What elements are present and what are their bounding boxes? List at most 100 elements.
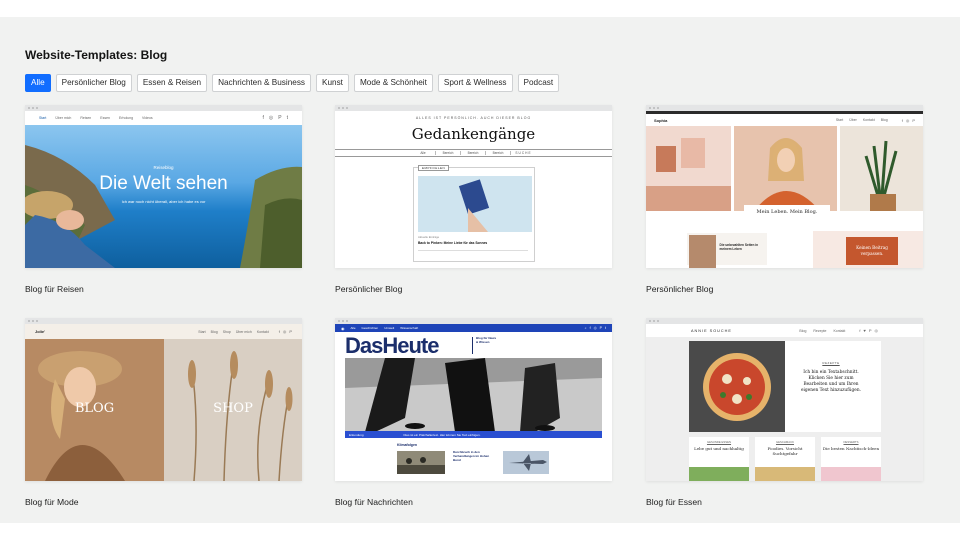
nav-item: Shop (222, 329, 231, 334)
pinterest-icon: P (289, 329, 292, 334)
facebook-icon: f (901, 117, 903, 123)
photo-right (840, 126, 923, 211)
travel-site-preview: Start Über mich Reisen Essen Erholung Vi… (25, 111, 302, 268)
sea-photo (25, 125, 302, 268)
nav-item: Kontakt (862, 118, 875, 122)
post-title: Back to Pinken: Meine Liebe für das Sonn… (418, 241, 488, 245)
shop-label: SHOP (213, 401, 253, 416)
nav-item: Blog (880, 118, 888, 122)
masthead-title: DasHeute (345, 333, 439, 358)
instagram-icon: ◎ (905, 117, 910, 123)
template-thumbnail[interactable]: ALLES IST PERSÖNLICH. AUCH DIESER BLOG G… (335, 105, 612, 268)
facebook-icon: f (278, 329, 280, 334)
template-thumbnail[interactable]: Start Über mich Reisen Essen Erholung Vi… (25, 105, 302, 268)
template-card-news[interactable]: ◉ Alle Geschichten Umwelt Wissenschaft ⌕… (335, 318, 612, 507)
nav-item: Start (39, 116, 47, 120)
nav-item: Wissenschaft (400, 326, 419, 330)
photo-center (734, 126, 837, 211)
template-caption[interactable]: Blog für Mode (25, 497, 302, 507)
pinterest-icon: P (599, 326, 603, 330)
pinterest-icon: P (912, 117, 915, 123)
masthead-side-text: Blog für News & Wissen (476, 336, 497, 344)
sophia-site-preview: Sophia Start Über Kontakt Blog f ◎ P Mei… (646, 111, 923, 268)
facebook-icon: f (589, 326, 591, 330)
template-caption[interactable]: Blog für Reisen (25, 284, 302, 294)
brand-logo: Sophia (654, 117, 668, 123)
topic-label: Erkundung (349, 432, 364, 437)
photo-left (646, 126, 731, 211)
instagram-icon: ◎ (593, 326, 597, 330)
hero-photo (345, 358, 602, 432)
card-tag: DESSERTS (843, 440, 859, 444)
hero-title: Die Welt sehen (99, 173, 228, 194)
menu-item: Alle (411, 151, 436, 155)
pinterest-icon: P (868, 328, 872, 333)
recipe-card: GESUNDE ESSEN Lebe gut und nachhaltig (689, 437, 749, 481)
card-title: Foodies. Vorsicht Suchtgefahr (767, 446, 803, 457)
template-card-personal-1[interactable]: ALLES IST PERSÖNLICH. AUCH DIESER BLOG G… (335, 105, 612, 294)
news-site-preview: ◉ Alle Geschichten Umwelt Wissenschaft ⌕… (335, 324, 612, 481)
fashion-site-preview: Jolie' Start Blog Shop Über mich Kontakt… (25, 324, 302, 481)
blog-label: BLOG (74, 401, 115, 416)
filter-fashion-beauty[interactable]: Mode & Schönheit (353, 74, 433, 92)
nav-item: Start (835, 118, 844, 122)
nav-item: Über mich (235, 329, 252, 334)
template-card-food[interactable]: ANNIE SOUCHE Blog Rezepte Kontakt f ♥ P … (646, 318, 923, 507)
filter-sport-wellness[interactable]: Sport & Wellness (437, 74, 513, 92)
template-caption[interactable]: Blog für Nachrichten (335, 497, 612, 507)
kicker-text: ALLES IST PERSÖNLICH. AUCH DIESER BLOG (415, 116, 532, 120)
post-meta: Aktuelle Einträge (418, 235, 440, 239)
facebook-icon: f (859, 328, 861, 333)
brand-logo: ANNIE SOUCHE (691, 328, 732, 333)
template-thumbnail[interactable]: Sophia Start Über Kontakt Blog f ◎ P Mei… (646, 105, 923, 268)
template-card-travel[interactable]: Start Über mich Reisen Essen Erholung Vi… (25, 105, 302, 294)
food-site-preview: ANNIE SOUCHE Blog Rezepte Kontakt f ♥ P … (646, 324, 923, 481)
nav-item: Alle (350, 326, 356, 330)
template-caption[interactable]: Persönlicher Blog (335, 284, 612, 294)
nav-item: Über mich (55, 116, 72, 120)
recipe-card: GESCHMACK Foodies. Vorsicht Suchtgefahr (755, 437, 815, 481)
instagram-icon: ◎ (268, 115, 274, 121)
twitter-icon: t (605, 326, 606, 330)
topic-text: Dies ist ein Platzhaltertext. Hier könne… (403, 432, 481, 437)
card-tag: GESUNDE ESSEN (706, 440, 732, 444)
card-title: Die besten Nachtisch-Ideen (822, 446, 880, 451)
menu-item: Bereich (436, 151, 461, 155)
template-caption[interactable]: Persönlicher Blog (646, 284, 923, 294)
template-card-personal-2[interactable]: Sophia Start Über Kontakt Blog f ◎ P Mei… (646, 105, 923, 294)
featured-badge: EMPFOHLEN (418, 165, 450, 171)
post-title: Durchbruch in den Verhandlungen im Hohen… (453, 450, 490, 462)
section-title: Klimafolgen (397, 443, 418, 447)
filter-art[interactable]: Kunst (316, 74, 349, 92)
post-image (418, 176, 532, 232)
filter-food-travel[interactable]: Essen & Reisen (136, 74, 208, 92)
nav-item: Blog (210, 329, 218, 334)
nav-item: Blog (799, 328, 807, 333)
template-thumbnail[interactable]: ◉ Alle Geschichten Umwelt Wissenschaft ⌕… (335, 318, 612, 481)
template-card-fashion[interactable]: Jolie' Start Blog Shop Über mich Kontakt… (25, 318, 302, 507)
instagram-icon: ◎ (282, 329, 287, 334)
nav-item: Geschichten (361, 326, 379, 330)
nav-item: Umwelt (384, 326, 395, 330)
template-thumbnail[interactable]: Jolie' Start Blog Shop Über mich Kontakt… (25, 318, 302, 481)
nav-item: Videos (142, 116, 153, 120)
page-title: Website-Templates: Blog (25, 48, 168, 62)
brand-logo: Jolie' (35, 329, 46, 334)
template-caption[interactable]: Blog für Essen (646, 497, 923, 507)
template-gallery: Website-Templates: Blog Alle Persönliche… (0, 17, 960, 523)
filter-all[interactable]: Alle (25, 74, 51, 92)
hero-subtitle: Ich war noch nicht überall, aber ich hab… (121, 199, 206, 204)
intro-text: Ich bin ein Textabschnitt. Klicken Sie h… (800, 370, 861, 394)
filter-podcast[interactable]: Podcast (517, 74, 560, 92)
instagram-icon: ◎ (874, 328, 879, 333)
heart-icon: ♥ (863, 328, 866, 333)
filter-personal-blog[interactable]: Persönlicher Blog (55, 74, 132, 92)
template-thumbnail[interactable]: ANNIE SOUCHE Blog Rezepte Kontakt f ♥ P … (646, 318, 923, 481)
post-tag: REZEPTE (822, 361, 840, 365)
nav-item: Reisen (80, 116, 92, 120)
card-tag: GESCHMACK (775, 440, 795, 444)
filter-news-business[interactable]: Nachrichten & Business (212, 74, 312, 92)
nav-item: Erholung (119, 116, 134, 120)
pinterest-icon: P (278, 115, 282, 121)
post-thumbnail (689, 235, 716, 268)
